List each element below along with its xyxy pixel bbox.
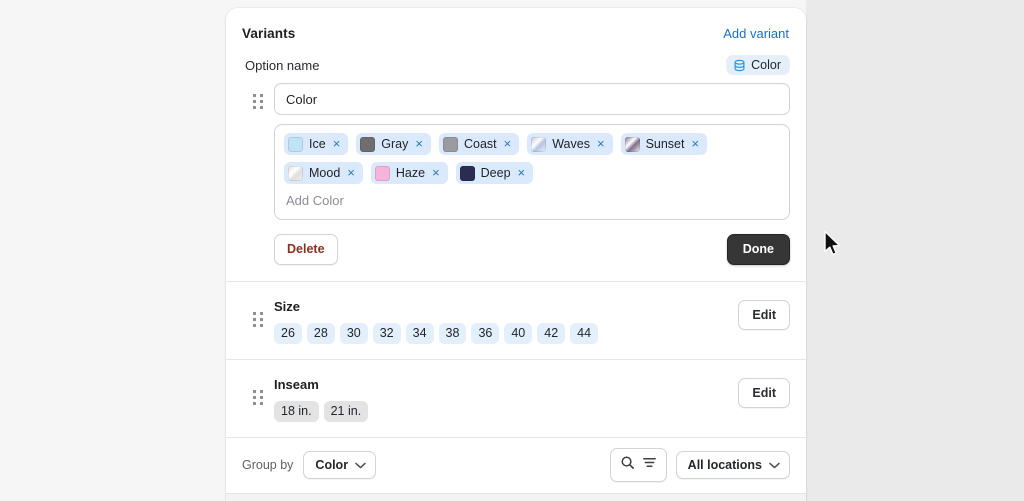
edit-option-button[interactable]: Edit [738,299,790,330]
option-value-pill: 18 in. [274,400,319,422]
option-name-row: Option name Color [226,49,806,79]
variants-table-header: Variant Price Available [226,492,806,501]
value-chip-label: Mood [309,166,341,180]
remove-value-icon[interactable]: × [503,137,515,151]
option-value-pill: 38 [438,322,467,344]
option-value-pill: 21 in. [323,400,369,422]
delete-button[interactable]: Delete [274,234,338,265]
value-chip-label: Gray [381,137,409,151]
group-by-label: Group by [242,457,294,472]
value-chip[interactable]: Mood × [284,162,363,184]
value-chip[interactable]: Sunset × [620,133,708,155]
option-value-pill: 26 [274,322,302,344]
option-row-name: Size [274,298,301,314]
option-value-pill: 40 [504,322,533,344]
option-list: Size 26 28 30 32 34 38 36 40 42 44 Edit Inseam 18 in.… [226,282,806,438]
option-value-pill: 36 [471,322,500,344]
page-right-gutter [806,0,1024,501]
drag-handle-icon[interactable] [253,94,263,109]
color-swatch [288,136,303,152]
option-type-badge[interactable]: Color [726,55,790,75]
layers-icon [733,59,746,72]
add-variant-button[interactable]: Add variant [722,24,790,43]
remove-value-icon[interactable]: × [431,166,443,180]
option-editor: Ice×Gray×Coast×Waves×Sunset×Mood×Haze×De… [226,79,806,281]
value-chip[interactable]: Coast × [438,133,520,155]
value-chip-label: Sunset [645,137,685,151]
group-by-select[interactable]: Color [303,450,377,479]
add-value-input[interactable]: Add Color [284,192,780,213]
value-chip-label: Coast [463,137,497,151]
option-row-values: 26 28 30 32 34 38 36 40 42 44 [274,322,738,344]
drag-handle-cell [242,376,274,405]
option-row-values: 18 in. 21 in. [274,400,738,422]
page-title: Variants [242,26,296,41]
option-value-pill: 44 [570,322,599,344]
filter-icon[interactable] [642,455,657,475]
toolbar-right-controls: All locations [609,447,790,482]
option-row: Size 26 28 30 32 34 38 36 40 42 44 Edit [226,282,806,359]
remove-value-icon[interactable]: × [690,137,702,151]
value-chip[interactable]: Deep × [455,162,534,184]
drag-handle-color-cell [242,83,274,109]
value-chip-label: Ice [309,137,326,151]
value-chip-label: Waves [552,137,590,151]
option-value-pill: 30 [339,322,368,344]
edit-option-button[interactable]: Edit [738,377,790,408]
color-swatch [531,136,547,152]
value-chip[interactable]: Haze × [370,162,448,184]
variants-toolbar: Group by Color All locations [226,438,806,493]
value-chip[interactable]: Waves × [527,133,613,155]
color-swatch [459,165,475,181]
page-root: Variants Add variant Option name Color C… [0,0,1024,501]
drag-handle-cell [242,298,274,327]
chevron-down-icon [769,458,780,472]
group-by-value: Color [315,457,349,472]
search-icon[interactable] [620,455,635,475]
option-value-pill: 34 [405,322,434,344]
color-swatch [288,165,303,181]
option-row-body: Inseam 18 in. 21 in. [274,376,738,422]
option-name-input[interactable] [274,83,790,115]
locations-select[interactable]: All locations [675,450,790,479]
variants-card: Variants Add variant Option name Color C… [226,8,806,501]
option-name-label: Option name [245,57,320,73]
done-button[interactable]: Done [726,234,790,265]
value-chip[interactable]: Ice × [284,133,349,155]
color-swatch [624,136,640,152]
remove-value-icon[interactable]: × [346,166,358,180]
remove-value-icon[interactable]: × [414,137,426,151]
option-row: Inseam 18 in. 21 in. Edit [226,360,806,437]
remove-value-icon[interactable]: × [332,137,344,151]
option-value-pill: 42 [537,322,566,344]
option-value-pill: 32 [372,322,401,344]
drag-handle-icon[interactable] [253,389,263,405]
value-chip[interactable]: Gray × [356,133,431,155]
remove-value-icon[interactable]: × [596,137,608,151]
option-editor-fields: Ice×Gray×Coast×Waves×Sunset×Mood×Haze×De… [274,83,790,281]
locations-value: All locations [687,457,762,472]
value-chip-label: Haze [395,166,426,180]
option-type-badge-label: Color [751,58,781,72]
drag-handle-icon[interactable] [253,311,263,327]
variants-card-header: Variants Add variant [226,8,806,49]
color-swatch [374,165,390,181]
color-swatch [442,136,458,152]
option-row-name: Inseam [274,376,319,392]
group-by-control: Group by Color [242,450,377,479]
search-and-filter-button[interactable] [609,447,667,482]
chevron-down-icon [355,458,366,472]
color-swatch [360,136,376,152]
option-row-body: Size 26 28 30 32 34 38 36 40 42 44 [274,298,738,344]
option-values-chips: Ice × Gray × Coast × Waves × Sunset × Mood × Haze × De… [284,133,780,184]
option-editor-actions: Delete Done [274,234,790,265]
option-value-pill: 28 [306,322,335,344]
value-chip-label: Deep [480,166,511,180]
remove-value-icon[interactable]: × [517,166,529,180]
option-values-box[interactable]: Ice × Gray × Coast × Waves × Sunset × Mood × Haze × De… [274,124,790,220]
